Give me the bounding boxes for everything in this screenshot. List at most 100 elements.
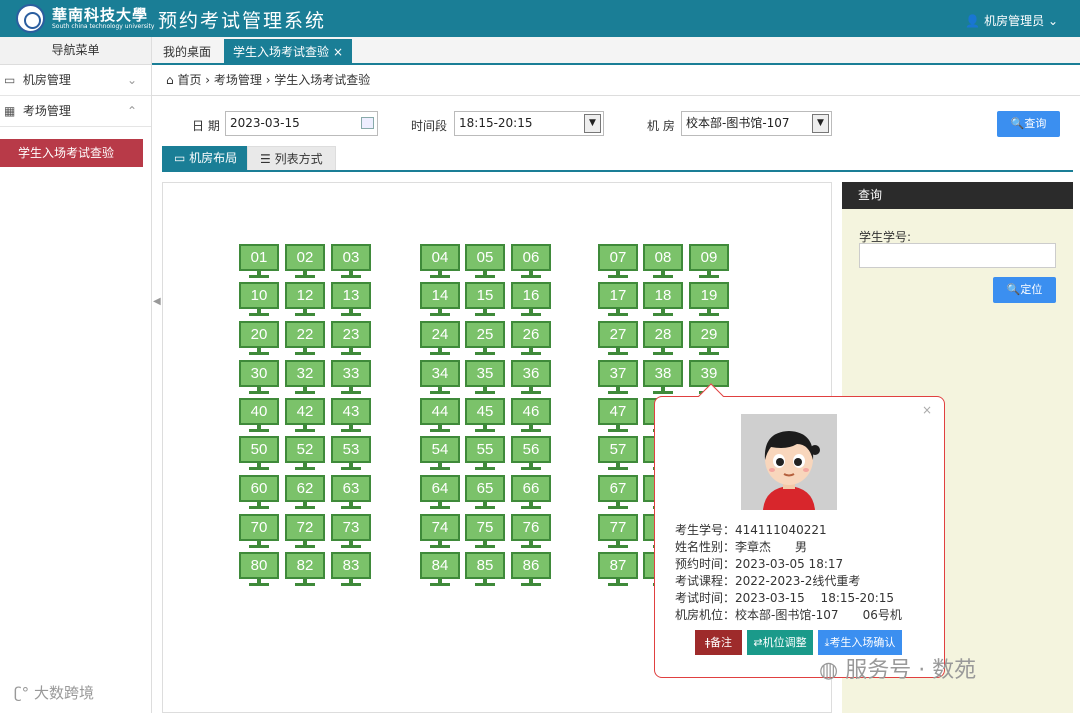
seat-computer[interactable]: 64 — [420, 475, 460, 511]
seat-computer[interactable]: 33 — [331, 360, 371, 396]
seat-computer[interactable]: 76 — [511, 514, 551, 550]
seat-computer[interactable]: 35 — [465, 360, 505, 396]
monitor-base — [295, 313, 315, 316]
monitor-base — [249, 545, 269, 548]
sidebar-item-room-management[interactable]: ▭ 机房管理 ⌄ — [0, 65, 151, 96]
seat-computer[interactable]: 09 — [689, 244, 729, 280]
seat-number: 40 — [239, 398, 279, 425]
seat-computer[interactable]: 36 — [511, 360, 551, 396]
monitor-base — [249, 313, 269, 316]
seat-computer[interactable]: 53 — [331, 436, 371, 472]
seat-computer[interactable]: 16 — [511, 282, 551, 318]
close-icon[interactable]: × — [333, 45, 343, 59]
seat-computer[interactable]: 29 — [689, 321, 729, 357]
seat-computer[interactable]: 20 — [239, 321, 279, 357]
chevron-down-icon[interactable]: ▼ — [812, 114, 829, 133]
calendar-icon[interactable] — [361, 117, 374, 129]
seat-computer[interactable]: 24 — [420, 321, 460, 357]
tab-list-view[interactable]: ☰ 列表方式 — [247, 146, 336, 171]
monitor-base — [475, 545, 495, 548]
seat-computer[interactable]: 75 — [465, 514, 505, 550]
seat-computer[interactable]: 65 — [465, 475, 505, 511]
seat-computer[interactable]: 73 — [331, 514, 371, 550]
seat-computer[interactable]: 38 — [643, 360, 683, 396]
seat-computer[interactable]: 77 — [598, 514, 638, 550]
room-select[interactable]: 校本部-图书馆-107 ▼ — [681, 111, 832, 136]
seat-computer[interactable]: 04 — [420, 244, 460, 280]
seat-computer[interactable]: 37 — [598, 360, 638, 396]
seat-computer[interactable]: 15 — [465, 282, 505, 318]
search-button[interactable]: 🔍查询 — [997, 111, 1060, 137]
seat-computer[interactable]: 07 — [598, 244, 638, 280]
seat-computer[interactable]: 85 — [465, 552, 505, 588]
seat-computer[interactable]: 66 — [511, 475, 551, 511]
watermark-right-text: 服务号 · 数苑 — [845, 658, 977, 683]
seat-computer[interactable]: 43 — [331, 398, 371, 434]
seat-computer[interactable]: 54 — [420, 436, 460, 472]
close-icon[interactable]: × — [922, 403, 932, 417]
seat-computer[interactable]: 55 — [465, 436, 505, 472]
seat-computer[interactable]: 46 — [511, 398, 551, 434]
seat-computer[interactable]: 67 — [598, 475, 638, 511]
seat-computer[interactable]: 34 — [420, 360, 460, 396]
user-menu[interactable]: 👤 机房管理员 ⌄ — [965, 12, 1058, 29]
seat-computer[interactable]: 06 — [511, 244, 551, 280]
tab-entry-check[interactable]: 学生入场考试查验 × — [224, 39, 353, 65]
seat-computer[interactable]: 27 — [598, 321, 638, 357]
seat-computer[interactable]: 13 — [331, 282, 371, 318]
monitor-base — [608, 429, 628, 432]
seat-computer[interactable]: 82 — [285, 552, 325, 588]
seat-computer[interactable]: 03 — [331, 244, 371, 280]
tab-room-layout[interactable]: ▭ 机房布局 — [162, 146, 250, 171]
sidebar-item-exam-room-management[interactable]: ▦ 考场管理 ⌃ — [0, 96, 151, 127]
seat-computer[interactable]: 01 — [239, 244, 279, 280]
seat-computer[interactable]: 42 — [285, 398, 325, 434]
seat-computer[interactable]: 84 — [420, 552, 460, 588]
seat-computer[interactable]: 62 — [285, 475, 325, 511]
seat-computer[interactable]: 28 — [643, 321, 683, 357]
seat-computer[interactable]: 12 — [285, 282, 325, 318]
seat-computer[interactable]: 14 — [420, 282, 460, 318]
seat-computer[interactable]: 30 — [239, 360, 279, 396]
chevron-down-icon[interactable]: ▼ — [584, 114, 601, 133]
seat-computer[interactable]: 87 — [598, 552, 638, 588]
seat-computer[interactable]: 25 — [465, 321, 505, 357]
seat-computer[interactable]: 47 — [598, 398, 638, 434]
time-slot-select[interactable]: 18:15-20:15 ▼ — [454, 111, 604, 136]
seat-computer[interactable]: 02 — [285, 244, 325, 280]
seat-computer[interactable]: 40 — [239, 398, 279, 434]
seat-computer[interactable]: 60 — [239, 475, 279, 511]
seat-computer[interactable]: 32 — [285, 360, 325, 396]
seat-computer[interactable]: 44 — [420, 398, 460, 434]
seat-computer[interactable]: 63 — [331, 475, 371, 511]
seat-computer[interactable]: 72 — [285, 514, 325, 550]
seat-computer[interactable]: 74 — [420, 514, 460, 550]
seat-computer[interactable]: 50 — [239, 436, 279, 472]
sidebar-item-entry-check[interactable]: 学生入场考试查验 — [0, 139, 143, 167]
seat-computer[interactable]: 52 — [285, 436, 325, 472]
seat-computer[interactable]: 80 — [239, 552, 279, 588]
seat-computer[interactable]: 83 — [331, 552, 371, 588]
seat-adjust-button[interactable]: ⇄机位调整 — [747, 630, 813, 655]
seat-computer[interactable]: 26 — [511, 321, 551, 357]
seat-computer[interactable]: 19 — [689, 282, 729, 318]
seat-computer[interactable]: 08 — [643, 244, 683, 280]
seat-computer[interactable]: 05 — [465, 244, 505, 280]
note-button[interactable]: ǂ备注 — [695, 630, 742, 655]
seat-computer[interactable]: 23 — [331, 321, 371, 357]
seat-computer[interactable]: 45 — [465, 398, 505, 434]
seat-computer[interactable]: 57 — [598, 436, 638, 472]
student-id-input[interactable] — [859, 243, 1056, 268]
seat-computer[interactable]: 86 — [511, 552, 551, 588]
collapse-sidebar-icon[interactable]: ◀ — [153, 296, 161, 307]
seat-computer[interactable]: 17 — [598, 282, 638, 318]
date-input[interactable]: 2023-03-15 — [225, 111, 378, 136]
seat-computer[interactable]: 56 — [511, 436, 551, 472]
seat-computer[interactable]: 18 — [643, 282, 683, 318]
seat-computer[interactable]: 22 — [285, 321, 325, 357]
seat-computer[interactable]: 70 — [239, 514, 279, 550]
locate-button[interactable]: 🔍定位 — [993, 277, 1056, 303]
seat-number: 09 — [689, 244, 729, 271]
tab-my-desktop[interactable]: 我的桌面 — [154, 39, 220, 65]
seat-computer[interactable]: 10 — [239, 282, 279, 318]
